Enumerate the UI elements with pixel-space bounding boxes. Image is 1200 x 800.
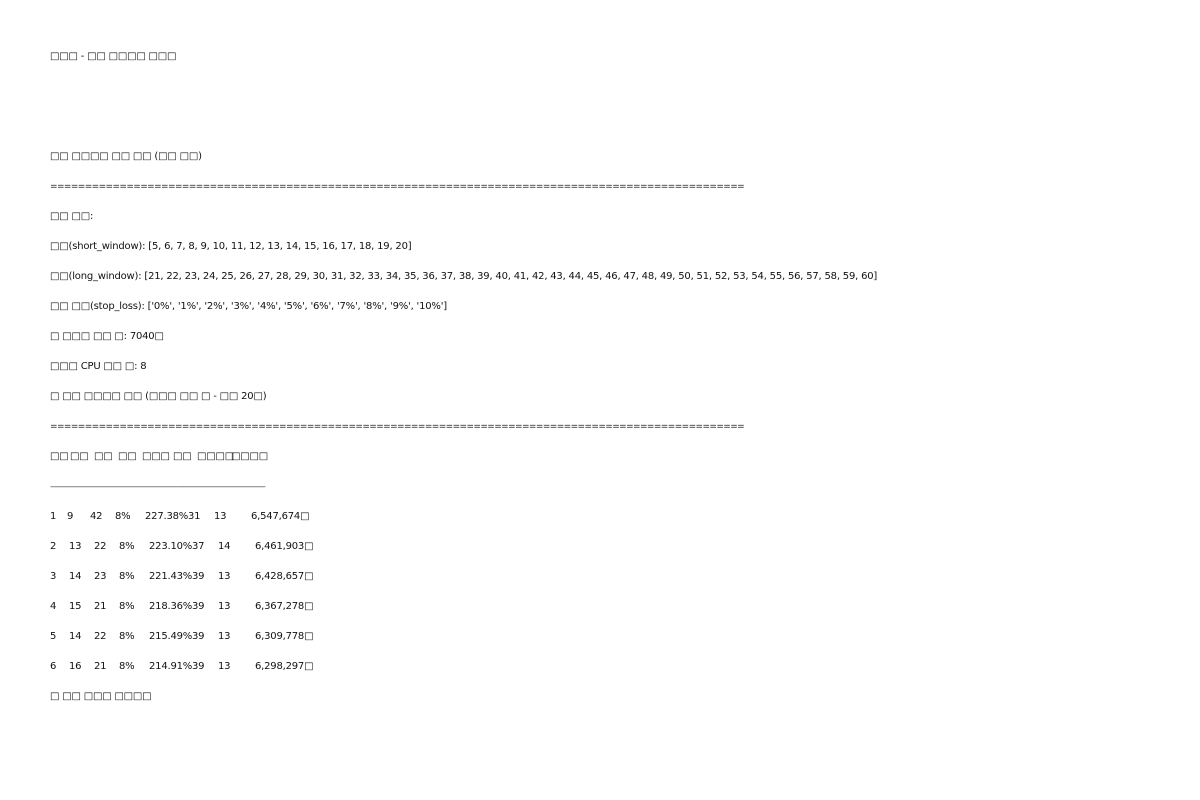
output-page: □□□ - □□ □□□□ □□□ □□ □□□□ □□ □□ (□□ □□) … xyxy=(50,0,1170,800)
cell-long: 42 xyxy=(90,511,103,522)
short-window-line: □□(short_window): [5, 6, 7, 8, 9, 10, 11… xyxy=(50,241,412,252)
cell-final: 6,461,903□ xyxy=(255,541,314,552)
col-header-return: □□□ xyxy=(142,451,170,462)
cell-trades: 37 xyxy=(192,541,205,552)
cell-long: 22 xyxy=(94,631,107,642)
table-row: 2 13 22 8% 223.10% 37 14 6,461,903□ xyxy=(50,541,450,553)
cell-wins: 13 xyxy=(218,631,231,642)
cell-final: 6,309,778□ xyxy=(255,631,314,642)
cell-short: 9 xyxy=(67,511,74,522)
cell-rank: 5 xyxy=(50,631,57,642)
cell-rank: 6 xyxy=(50,661,57,672)
cell-return: 227.38% xyxy=(145,511,189,522)
cell-stop: 8% xyxy=(119,661,135,672)
cell-stop: 8% xyxy=(115,511,131,522)
cell-trades: 39 xyxy=(192,631,205,642)
summary-heading: □□ □□□□ □□ □□ (□□ □□) xyxy=(50,151,202,162)
summary-separator: ========================================… xyxy=(50,182,745,192)
cell-long: 23 xyxy=(94,571,107,582)
cell-return: 214.91% xyxy=(149,661,193,672)
cell-stop: 8% xyxy=(119,631,135,642)
results-footer: □ □□ □□□ □□□□ xyxy=(50,691,152,702)
col-header-stop: □□ xyxy=(118,451,137,462)
cell-wins: 13 xyxy=(218,601,231,612)
col-header-long: □□ xyxy=(94,451,113,462)
cell-final: 6,367,278□ xyxy=(255,601,314,612)
cell-trades: 39 xyxy=(192,661,205,672)
cell-trades: 39 xyxy=(192,601,205,612)
long-window-line: □□(long_window): [21, 22, 23, 24, 25, 26… xyxy=(50,271,878,282)
col-header-wins: □□□□ xyxy=(197,451,234,462)
cell-trades: 31 xyxy=(188,511,201,522)
params-label: □□ □□: xyxy=(50,211,94,222)
results-divider: ----------------------------------------… xyxy=(50,482,266,492)
results-separator: ========================================… xyxy=(50,422,745,432)
page-title: □□□ - □□ □□□□ □□□ xyxy=(50,51,177,62)
cell-final: 6,298,297□ xyxy=(255,661,314,672)
cell-short: 13 xyxy=(69,541,82,552)
col-header-short: □□ xyxy=(70,451,89,462)
cell-long: 21 xyxy=(94,601,107,612)
cell-return: 223.10% xyxy=(149,541,193,552)
cell-rank: 4 xyxy=(50,601,57,612)
stop-loss-line: □□ □□(stop_loss): ['0%', '1%', '2%', '3%… xyxy=(50,301,447,312)
cell-wins: 14 xyxy=(218,541,231,552)
cell-short: 16 xyxy=(69,661,82,672)
table-row: 3 14 23 8% 221.43% 39 13 6,428,657□ xyxy=(50,571,450,583)
cell-short: 15 xyxy=(69,601,82,612)
cell-return: 221.43% xyxy=(149,571,193,582)
cell-short: 14 xyxy=(69,571,82,582)
table-row: 4 15 21 8% 218.36% 39 13 6,367,278□ xyxy=(50,601,450,613)
cell-stop: 8% xyxy=(119,571,135,582)
cell-wins: 13 xyxy=(214,511,227,522)
cell-long: 22 xyxy=(94,541,107,552)
cell-rank: 3 xyxy=(50,571,57,582)
cell-rank: 1 xyxy=(50,511,57,522)
col-header-final: □□□□ xyxy=(231,451,268,462)
cell-return: 215.49% xyxy=(149,631,193,642)
cell-final: 6,547,674□ xyxy=(251,511,310,522)
cell-short: 14 xyxy=(69,631,82,642)
cell-wins: 13 xyxy=(218,571,231,582)
results-header-row: □□ □□ □□ □□ □□□ □□ □□□□ □□□□ xyxy=(50,451,450,463)
table-row: 1 9 42 8% 227.38% 31 13 6,547,674□ xyxy=(50,511,450,523)
table-row: 6 16 21 8% 214.91% 39 13 6,298,297□ xyxy=(50,661,450,673)
table-row: 5 14 22 8% 215.49% 39 13 6,309,778□ xyxy=(50,631,450,643)
cpu-count-line: □□□ CPU □□ □: 8 xyxy=(50,361,147,372)
results-heading: □ □□ □□□□ □□ (□□□ □□ □ - □□ 20□) xyxy=(50,391,267,402)
total-combinations-line: □ □□□ □□ □: 7040□ xyxy=(50,331,164,342)
cell-long: 21 xyxy=(94,661,107,672)
cell-stop: 8% xyxy=(119,601,135,612)
cell-rank: 2 xyxy=(50,541,57,552)
cell-return: 218.36% xyxy=(149,601,193,612)
col-header-rank: □□ xyxy=(50,451,69,462)
cell-stop: 8% xyxy=(119,541,135,552)
cell-wins: 13 xyxy=(218,661,231,672)
cell-final: 6,428,657□ xyxy=(255,571,314,582)
cell-trades: 39 xyxy=(192,571,205,582)
col-header-trades: □□ xyxy=(173,451,192,462)
